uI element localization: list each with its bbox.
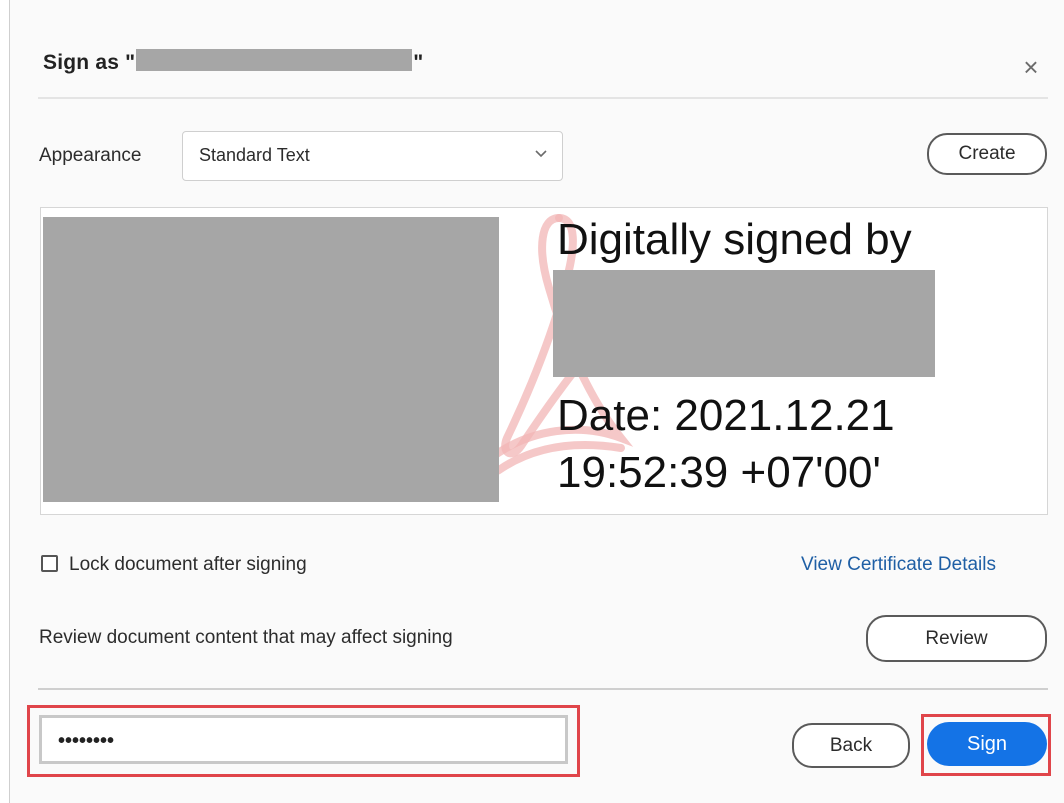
redacted-signer-name bbox=[136, 49, 413, 71]
sign-button[interactable]: Sign bbox=[927, 722, 1047, 766]
review-button[interactable]: Review bbox=[866, 615, 1047, 662]
create-button[interactable]: Create bbox=[927, 133, 1047, 175]
appearance-label: Appearance bbox=[39, 145, 142, 166]
signature-preview: Digitally signed by Date: 2021.12.21 19:… bbox=[40, 207, 1048, 515]
review-content-text: Review document content that may affect … bbox=[39, 627, 453, 648]
lock-document-checkbox[interactable] bbox=[41, 555, 58, 572]
appearance-select[interactable]: Standard Text bbox=[182, 131, 563, 181]
back-button[interactable]: Back bbox=[792, 723, 910, 768]
signature-time-text: 19:52:39 +07'00' bbox=[557, 448, 881, 497]
appearance-select-value: Standard Text bbox=[199, 145, 310, 165]
chevron-down-icon bbox=[535, 150, 547, 158]
password-value: •••••••• bbox=[58, 730, 115, 752]
lock-document-label: Lock document after signing bbox=[69, 554, 307, 575]
redacted-signature-name bbox=[43, 217, 499, 502]
sign-dialog: Sign as " " × Appearance Standard Text Cr… bbox=[9, 0, 1064, 803]
title-prefix: Sign as " bbox=[43, 51, 136, 74]
view-certificate-details-link[interactable]: View Certificate Details bbox=[801, 554, 996, 576]
dialog-title: Sign as " " bbox=[43, 49, 423, 75]
footer-divider bbox=[38, 688, 1048, 690]
redacted-signer-detail bbox=[553, 270, 935, 377]
close-icon[interactable]: × bbox=[1016, 52, 1046, 82]
header-divider bbox=[38, 97, 1048, 99]
digitally-signed-text: Digitally signed by bbox=[557, 215, 912, 264]
password-input[interactable]: •••••••• bbox=[39, 715, 568, 764]
title-suffix: " bbox=[413, 51, 424, 74]
signature-date-text: Date: 2021.12.21 bbox=[557, 391, 895, 440]
